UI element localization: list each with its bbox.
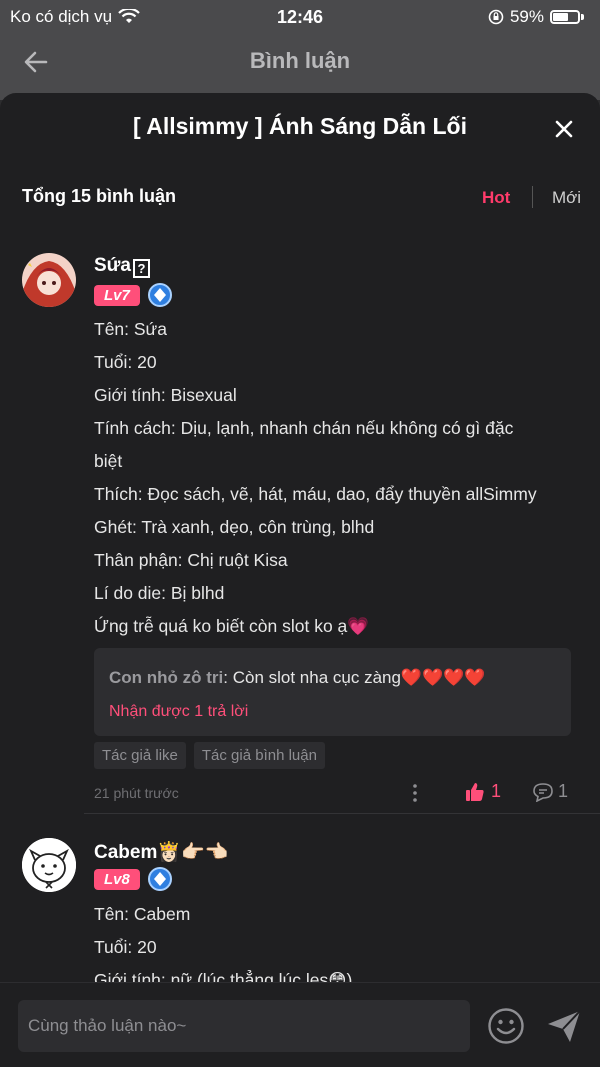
- comment-composer: [0, 982, 600, 1067]
- reply-button[interactable]: 1: [532, 781, 568, 802]
- battery-percent: 59%: [509, 7, 544, 26]
- comment-line: Tính cách: Dịu, lạnh, nhanh chán nếu khô…: [94, 418, 514, 438]
- more-options-icon[interactable]: [410, 783, 420, 803]
- close-icon[interactable]: [550, 115, 578, 143]
- unknown-glyph-icon: ?: [133, 259, 150, 278]
- avatar[interactable]: [22, 838, 76, 892]
- comment-line: biệt: [94, 451, 123, 471]
- comment-line: Thân phận: Chị ruột Kisa: [94, 550, 288, 570]
- thumbs-up-icon: [466, 782, 484, 801]
- reply-author[interactable]: Con nhỏ zô tri: [109, 668, 223, 687]
- commenter-name: Cabem👸🏻👉🏻👈🏻: [94, 842, 229, 863]
- comment-count: Tổng 15 bình luận: [22, 186, 176, 206]
- view-replies-link[interactable]: Nhận được 1 trả lời: [109, 703, 248, 721]
- reply-text: Con nhỏ zô tri: Còn slot nha cục zàng❤️❤…: [109, 668, 486, 687]
- comment-line: Tên: Cabem: [94, 904, 191, 924]
- author-tags: Tác giả like Tác giả bình luận: [94, 742, 325, 769]
- medal-icon: [147, 283, 172, 307]
- comment-input[interactable]: [18, 1000, 470, 1052]
- sheet-title: [ Allsimmy ] Ánh Sáng Dẫn Lối: [133, 113, 467, 139]
- comment-time: 21 phút trước: [94, 785, 179, 801]
- reply-preview[interactable]: Con nhỏ zô tri: Còn slot nha cục zàng❤️❤…: [94, 648, 571, 736]
- author-comment-tag: Tác giả bình luận: [193, 742, 325, 769]
- comment-line: Ứng trễ quá ko biết còn slot ko ạ💗: [94, 616, 370, 636]
- nav-bar: Bình luận: [0, 34, 600, 90]
- sort-divider: [532, 186, 533, 208]
- avatar[interactable]: [22, 253, 76, 307]
- comment-line: Tên: Sứa: [94, 319, 167, 339]
- comment-divider: [84, 813, 600, 814]
- carrier-label: Ko có dịch vụ: [10, 7, 113, 26]
- orientation-lock-icon: [488, 9, 504, 25]
- comment-line: Giới tính: Bisexual: [94, 385, 237, 405]
- reply-count: 1: [558, 781, 569, 801]
- comment-line: Thích: Đọc sách, vẽ, hát, máu, dao, đẩy …: [94, 484, 537, 504]
- level-badge: Lv8: [94, 868, 140, 890]
- sort-new-tab[interactable]: Mới: [552, 188, 581, 208]
- commenter-name: Sứa?: [94, 255, 150, 278]
- comment-line: Ghét: Trà xanh, dẹo, côn trùng, blhd: [94, 517, 375, 537]
- battery-icon: [550, 10, 580, 24]
- emoji-icon[interactable]: [487, 1007, 525, 1045]
- wifi-icon: [118, 9, 140, 23]
- comments-sheet: [ Allsimmy ] Ánh Sáng Dẫn Lối Tổng 15 bì…: [0, 93, 600, 1067]
- comment-bubble-icon: [533, 782, 553, 802]
- send-icon[interactable]: [545, 1007, 583, 1045]
- medal-icon: [147, 867, 172, 891]
- badge-row: Lv7: [94, 283, 172, 307]
- status-bar: Ko có dịch vụ 12:46 59%: [0, 0, 600, 34]
- comment-body: Tên: Sứa Tuổi: 20 Giới tính: Bisexual Tí…: [94, 313, 574, 643]
- badge-row: Lv8: [94, 867, 172, 891]
- sort-hot-tab[interactable]: Hot: [482, 188, 510, 208]
- like-count: 1: [491, 781, 502, 801]
- comment-line: Tuổi: 20: [94, 352, 157, 372]
- like-button[interactable]: 1: [465, 781, 501, 802]
- author-like-tag: Tác giả like: [94, 742, 186, 769]
- comment-line: Lí do die: Bị blhd: [94, 583, 225, 603]
- nav-title: Bình luận: [249, 48, 351, 73]
- comment-line: Tuổi: 20: [94, 937, 157, 957]
- level-badge: Lv7: [94, 284, 140, 306]
